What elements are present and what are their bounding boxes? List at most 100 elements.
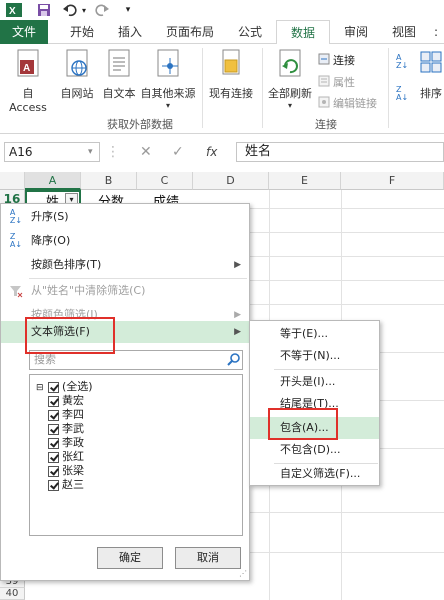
from-access-button[interactable]: A 自 Access	[4, 48, 52, 114]
cancel-icon[interactable]: ✕	[140, 142, 152, 162]
edit-links-button[interactable]: 编辑链接	[318, 95, 377, 111]
list-item-label: 李武	[62, 422, 84, 435]
refresh-all-label: 全部刷新	[268, 87, 312, 100]
save-icon[interactable]	[36, 2, 52, 18]
tab-file[interactable]: 文件	[0, 20, 48, 44]
from-web-label: 自网站	[60, 87, 94, 100]
checkbox[interactable]	[48, 465, 59, 477]
column-header-f[interactable]: F	[341, 172, 444, 190]
from-other-sources-button[interactable]: 自其他来源 ▾	[140, 48, 196, 110]
sort-button[interactable]: 排序	[418, 48, 444, 101]
gridline	[380, 400, 444, 401]
menu-sort-descending[interactable]: Z A↓ 降序(O)	[1, 230, 249, 252]
redo-icon[interactable]	[94, 2, 110, 18]
checkbox[interactable]	[48, 395, 59, 407]
tab-view[interactable]: 视图	[382, 20, 426, 44]
name-box[interactable]: A16	[4, 142, 100, 162]
existing-connections-button[interactable]: 现有连接	[206, 48, 256, 101]
connections-label: 连接	[333, 54, 355, 67]
gridline	[380, 352, 444, 353]
list-item[interactable]: 张梁	[48, 464, 84, 478]
checkbox[interactable]	[48, 451, 59, 463]
checkbox[interactable]	[48, 437, 59, 449]
sort-ascending-button[interactable]: A Z↓	[396, 54, 408, 70]
list-item[interactable]: 张红	[48, 450, 84, 464]
submenu-not-equals[interactable]: 不等于(N)...	[250, 345, 379, 367]
excel-icon: X	[6, 2, 22, 18]
sort-label: 排序	[420, 87, 442, 100]
column-header-c[interactable]: C	[137, 172, 193, 190]
group-label-external-data: 获取外部数据	[107, 118, 173, 131]
menu-sort-ascending[interactable]: A Z↓ 升序(S)	[1, 206, 249, 228]
cancel-button[interactable]: 取消	[175, 547, 241, 569]
select-all-corner[interactable]	[0, 172, 25, 190]
list-item-label: 张梁	[62, 464, 84, 477]
ribbon-tabs: 文件 开始 插入 页面布局 公式 数据 审阅 视图 :	[0, 20, 444, 45]
submenu-begins-with[interactable]: 开头是(I)...	[250, 371, 379, 393]
submenu-does-not-contain[interactable]: 不包含(D)...	[250, 439, 379, 461]
list-item[interactable]: 李政	[48, 436, 84, 450]
list-item[interactable]: 赵三	[48, 478, 84, 492]
submenu-custom-filter[interactable]: 自定义筛选(F)...	[250, 463, 379, 485]
tab-page-layout[interactable]: 页面布局	[156, 20, 224, 44]
formula-input[interactable]: 姓名	[236, 142, 444, 162]
gridline	[250, 552, 444, 553]
tab-review[interactable]: 审阅	[334, 20, 378, 44]
menu-label: 降序(O)	[31, 234, 71, 247]
list-item-label: 李政	[62, 436, 84, 449]
column-header-e[interactable]: E	[269, 172, 341, 190]
from-text-button[interactable]: 自文本	[98, 48, 140, 101]
column-header-a[interactable]: A	[25, 172, 81, 190]
sort-za-icon: Z A↓	[396, 85, 409, 102]
enter-icon[interactable]: ✓	[172, 142, 184, 162]
row-header-40[interactable]: 40	[0, 588, 25, 600]
ribbon-separator	[262, 48, 263, 128]
properties-button[interactable]: 属性	[318, 74, 355, 90]
column-header-b[interactable]: B	[81, 172, 137, 190]
menu-clear-filter[interactable]: 从"姓名"中清除筛选(C)	[1, 280, 249, 302]
checkbox[interactable]	[48, 381, 59, 393]
gridline	[250, 512, 444, 513]
gridline	[250, 256, 444, 257]
annotation-highlight-text-filters	[25, 317, 115, 354]
list-item-label: 张红	[62, 450, 84, 463]
checkbox[interactable]	[48, 423, 59, 435]
customize-qa-icon[interactable]: ▾	[122, 2, 134, 18]
tab-insert[interactable]: 插入	[108, 20, 152, 44]
tab-home[interactable]: 开始	[60, 20, 104, 44]
connections-button[interactable]: 连接	[318, 52, 355, 68]
undo-dropdown-icon[interactable]: ▾	[80, 2, 88, 18]
tab-more[interactable]: :	[428, 20, 444, 44]
refresh-all-button[interactable]: 全部刷新 ▾	[266, 48, 314, 110]
undo-icon[interactable]	[62, 2, 78, 18]
insert-function-icon[interactable]: fx	[206, 142, 217, 162]
ok-button[interactable]: 确定	[97, 547, 163, 569]
properties-label: 属性	[333, 76, 355, 89]
svg-text:X: X	[9, 6, 16, 17]
resize-grip-icon[interactable]: ⋰	[239, 569, 247, 578]
submenu-equals[interactable]: 等于(E)...	[250, 323, 379, 345]
collapse-icon[interactable]: ⊟	[36, 383, 44, 393]
tab-data[interactable]: 数据	[276, 20, 330, 45]
checkbox[interactable]	[48, 479, 59, 491]
access-icon: A	[14, 48, 42, 82]
list-item[interactable]: 黄宏	[48, 394, 84, 408]
list-item[interactable]: (全选)	[48, 380, 93, 394]
filter-values-list: ⊟ (全选) 黄宏 李四 李武 李政 张红 张梁 赵三	[29, 374, 243, 536]
column-header-d[interactable]: D	[193, 172, 269, 190]
text-file-icon	[105, 48, 133, 82]
tab-formulas[interactable]: 公式	[228, 20, 272, 44]
list-item[interactable]: 李四	[48, 408, 84, 422]
list-item[interactable]: 李武	[48, 422, 84, 436]
search-icon[interactable]	[227, 352, 241, 366]
menu-sort-by-color[interactable]: 按颜色排序(T) ▶	[1, 254, 249, 276]
refresh-dropdown-icon: ▾	[287, 101, 292, 110]
name-box-dropdown-icon[interactable]: ▾	[88, 142, 93, 162]
submenu-arrow-icon: ▶	[234, 327, 241, 337]
sort-descending-button[interactable]: Z A↓	[396, 86, 408, 102]
from-web-button[interactable]: 自网站	[56, 48, 98, 101]
ribbon-data: A 自 Access 自网站 自文本 自其他来源 ▾ 现有连接 获取外部数据 全…	[0, 44, 444, 134]
more-icon: ⋮	[106, 144, 120, 160]
other-sources-icon	[154, 48, 182, 82]
checkbox[interactable]	[48, 409, 59, 421]
